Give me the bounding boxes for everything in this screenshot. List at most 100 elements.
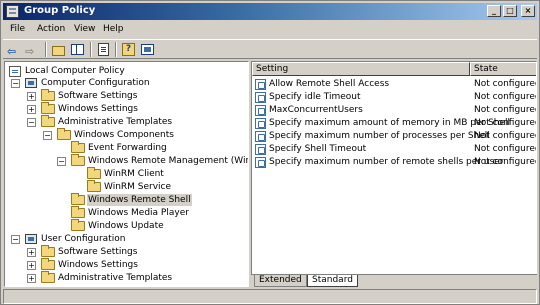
policy-setting-icon [255, 105, 266, 116]
collapse-toggle[interactable]: − [11, 235, 20, 244]
tree-node-label: Windows Settings [58, 260, 138, 270]
folder-icon [71, 219, 85, 231]
show-hide-tree-button[interactable] [70, 42, 86, 57]
maximize-button[interactable]: □ [503, 5, 517, 17]
tree-node-label: Windows Update [88, 221, 164, 231]
setting-row[interactable]: Specify maximum number of remote shells … [252, 156, 536, 169]
window-title: Group Policy [24, 5, 96, 16]
policy-setting-icon [255, 157, 266, 168]
toolbar-separator [90, 42, 92, 57]
setting-state: Not configured [474, 92, 537, 102]
properties-icon [98, 43, 109, 56]
expand-toggle[interactable]: + [27, 274, 36, 283]
folder-icon [41, 271, 55, 283]
collapse-toggle[interactable]: − [27, 118, 36, 127]
back-arrow-icon: ⇦ [7, 45, 17, 58]
collapse-toggle[interactable]: − [43, 131, 52, 140]
policy-icon [9, 66, 21, 77]
policy-setting-icon [255, 118, 266, 129]
help-icon [122, 43, 135, 56]
tree-node-label: WinRM Service [104, 182, 172, 192]
show-hide-tree-icon [71, 44, 84, 55]
tree-node-label: WinRM Client [104, 169, 164, 179]
expand-toggle[interactable]: + [27, 105, 36, 114]
group-policy-window: Group Policy _ □ × File Action View Help… [0, 0, 540, 305]
properties-button[interactable] [96, 42, 112, 57]
setting-row[interactable]: Allow Remote Shell Access Not configured [252, 78, 536, 91]
settings-list[interactable]: Setting State Allow Remote Shell Access … [251, 61, 537, 287]
close-button[interactable]: × [521, 5, 535, 17]
toolbar-separator [45, 42, 47, 57]
toolbar: ⇦ ⇨ [3, 39, 537, 59]
status-bar [3, 289, 537, 304]
menu-file[interactable]: File [10, 24, 25, 34]
tree-node-label: Windows Components [74, 130, 174, 140]
view-tabs: Extended Standard [251, 274, 537, 287]
setting-state: Not configured [474, 144, 537, 154]
tree-node-label: Windows Settings [58, 104, 138, 114]
setting-row[interactable]: Specify Shell Timeout Not configured [252, 143, 536, 156]
computer-icon [25, 234, 37, 244]
policy-setting-icon [255, 79, 266, 90]
tree-node-label: Software Settings [58, 247, 138, 257]
folder-icon [41, 115, 55, 127]
folder-icon [41, 258, 55, 270]
folder-icon [87, 180, 101, 192]
setting-state: Not configured [474, 131, 537, 141]
folder-icon [41, 102, 55, 114]
tab-extended[interactable]: Extended [254, 275, 307, 287]
setting-state: Not configured [474, 157, 537, 167]
view-button[interactable] [140, 42, 156, 57]
menu-help[interactable]: Help [103, 24, 124, 34]
help-button[interactable] [121, 42, 137, 57]
setting-name: Allow Remote Shell Access [269, 79, 390, 89]
menu-action[interactable]: Action [37, 24, 65, 34]
group-policy-app-icon [6, 5, 19, 18]
setting-state: Not configured [474, 118, 537, 128]
minimize-button[interactable]: _ [487, 5, 501, 17]
setting-state: Not configured [474, 79, 537, 89]
tree-node-label: Windows Media Player [88, 208, 189, 218]
setting-row[interactable]: Specify idle Timeout Not configured [252, 91, 536, 104]
back-button[interactable]: ⇦ [7, 42, 23, 57]
collapse-toggle[interactable]: − [57, 157, 66, 166]
tree-node-label: Event Forwarding [88, 143, 167, 153]
column-header-state[interactable]: State [470, 62, 536, 76]
setting-name: MaxConcurrentUsers [269, 105, 363, 115]
folder-icon [57, 128, 71, 140]
title-bar[interactable]: Group Policy _ □ × [3, 3, 537, 20]
setting-row[interactable]: MaxConcurrentUsers Not configured [252, 104, 536, 117]
forward-arrow-icon: ⇨ [25, 45, 35, 58]
tree-node-label: Windows Remote Shell [87, 194, 192, 206]
expand-toggle[interactable]: + [27, 92, 36, 101]
setting-row[interactable]: Specify maximum number of processes per … [252, 130, 536, 143]
tree-node-label: Computer Configuration [41, 78, 150, 88]
setting-name: Specify idle Timeout [269, 92, 361, 102]
folder-icon [71, 154, 85, 166]
collapse-toggle[interactable]: − [11, 79, 20, 88]
folder-icon [71, 193, 85, 205]
tree-node-label: User Configuration [41, 234, 126, 244]
view-icon [141, 44, 154, 55]
setting-name: Specify maximum number of processes per … [269, 131, 490, 141]
tree-pane[interactable]: Local Computer Policy − Computer Configu… [4, 61, 249, 287]
policy-setting-icon [255, 144, 266, 155]
folder-icon [87, 167, 101, 179]
tree-node-label: Software Settings [58, 91, 138, 101]
column-header-setting[interactable]: Setting [252, 62, 470, 76]
forward-button[interactable]: ⇨ [25, 42, 41, 57]
setting-state: Not configured [474, 105, 537, 115]
folder-icon [71, 141, 85, 153]
folder-icon [41, 245, 55, 257]
computer-icon [25, 78, 37, 88]
folder-icon [41, 89, 55, 101]
expand-toggle[interactable]: + [27, 248, 36, 257]
up-one-level-button[interactable] [51, 42, 67, 57]
setting-name: Specify Shell Timeout [269, 144, 367, 154]
tab-standard[interactable]: Standard [307, 275, 358, 287]
expand-toggle[interactable]: + [27, 261, 36, 270]
tree-node-label: Windows Remote Management (WinRM) [88, 156, 248, 166]
policy-setting-icon [255, 131, 266, 142]
menu-view[interactable]: View [74, 24, 95, 34]
setting-row[interactable]: Specify maximum amount of memory in MB p… [252, 117, 536, 130]
